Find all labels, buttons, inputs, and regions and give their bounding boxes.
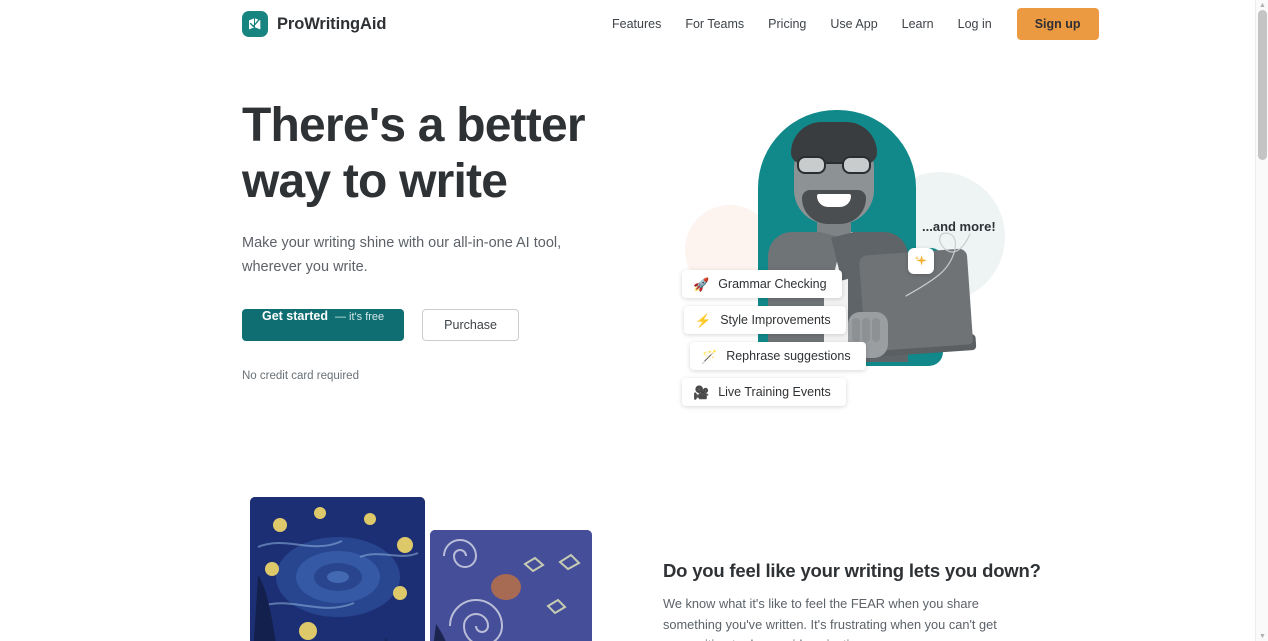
scrollbar-thumb[interactable]: [1258, 10, 1267, 160]
feature-chip-list: 🚀 Grammar Checking ⚡ Style Improvements …: [682, 270, 866, 414]
feature-chip-live-training-events[interactable]: 🎥 Live Training Events: [682, 378, 846, 406]
purchase-button[interactable]: Purchase: [422, 309, 519, 342]
feature-chip-style-improvements[interactable]: ⚡ Style Improvements: [684, 306, 846, 334]
feature-chip-label: Rephrase suggestions: [726, 349, 851, 363]
no-credit-card-note: No credit card required: [242, 370, 359, 383]
hero-title: There's a better way to write: [242, 98, 642, 210]
writing-lets-you-down-section: My idea in my head Do you feel like your…: [0, 478, 1255, 641]
feature-chip-label: Style Improvements: [720, 313, 831, 327]
hero-section: There's a better way to write Make your …: [0, 48, 1255, 478]
video-camera-icon: 🎥: [693, 384, 710, 400]
hero-actions: Get started — it's free Purchase: [242, 309, 642, 342]
hero-copy: There's a better way to write Make your …: [242, 98, 642, 382]
crude-starry-night-drawing: [430, 530, 592, 641]
feature-chip-grammar-checking[interactable]: 🚀 Grammar Checking: [682, 270, 842, 298]
lightning-bolt-icon: ⚡: [695, 312, 712, 328]
hero-subtitle: Make your writing shine with our all-in-…: [242, 235, 562, 275]
vertical-scrollbar[interactable]: ▲ ▼: [1255, 0, 1268, 641]
and-more-label: ...and more!: [922, 219, 996, 234]
hero-title-line-2: way to write: [242, 155, 508, 209]
sparkles-icon: [908, 248, 934, 274]
section2-copy: Do you feel like your writing lets you d…: [663, 560, 1041, 641]
get-started-label: Get started: [262, 309, 328, 324]
hero-illustration: ...and more! 🚀 Grammar Checking ⚡ Style …: [660, 100, 1020, 435]
page-root: ProWritingAid Features For Teams Pricing…: [0, 0, 1255, 641]
feature-chip-label: Live Training Events: [718, 385, 831, 399]
nav-item-log-in[interactable]: Log in: [946, 11, 1004, 37]
magic-wand-icon: 🪄: [701, 348, 718, 364]
nav-item-pricing[interactable]: Pricing: [756, 11, 818, 37]
brand-name: ProWritingAid: [277, 14, 387, 33]
book-check-icon: [242, 11, 268, 37]
hero-title-line-1: There's a better: [242, 99, 586, 152]
feature-chip-label: Grammar Checking: [718, 277, 827, 291]
get-started-sublabel: — it's free: [335, 311, 385, 324]
site-header: ProWritingAid Features For Teams Pricing…: [0, 0, 1255, 48]
feature-chip-rephrase-suggestions[interactable]: 🪄 Rephrase suggestions: [690, 342, 866, 370]
nav-item-learn[interactable]: Learn: [890, 11, 946, 37]
brand-logo-link[interactable]: ProWritingAid: [242, 11, 386, 37]
nav-item-for-teams[interactable]: For Teams: [673, 11, 756, 37]
nav-item-features[interactable]: Features: [600, 11, 673, 37]
section2-title: Do you feel like your writing lets you d…: [663, 560, 1041, 581]
starry-night-painting: [250, 497, 425, 641]
section2-body: We know what it's like to feel the FEAR …: [663, 596, 997, 641]
rocket-icon: 🚀: [693, 276, 710, 292]
scroll-down-arrow-icon[interactable]: ▼: [1256, 631, 1268, 641]
main-navigation: Features For Teams Pricing Use App Learn…: [600, 8, 1099, 40]
sign-up-button[interactable]: Sign up: [1016, 8, 1099, 40]
get-started-button[interactable]: Get started — it's free: [242, 309, 405, 342]
nav-item-use-app[interactable]: Use App: [818, 11, 889, 37]
scroll-up-arrow-icon[interactable]: ▲: [1256, 0, 1268, 10]
